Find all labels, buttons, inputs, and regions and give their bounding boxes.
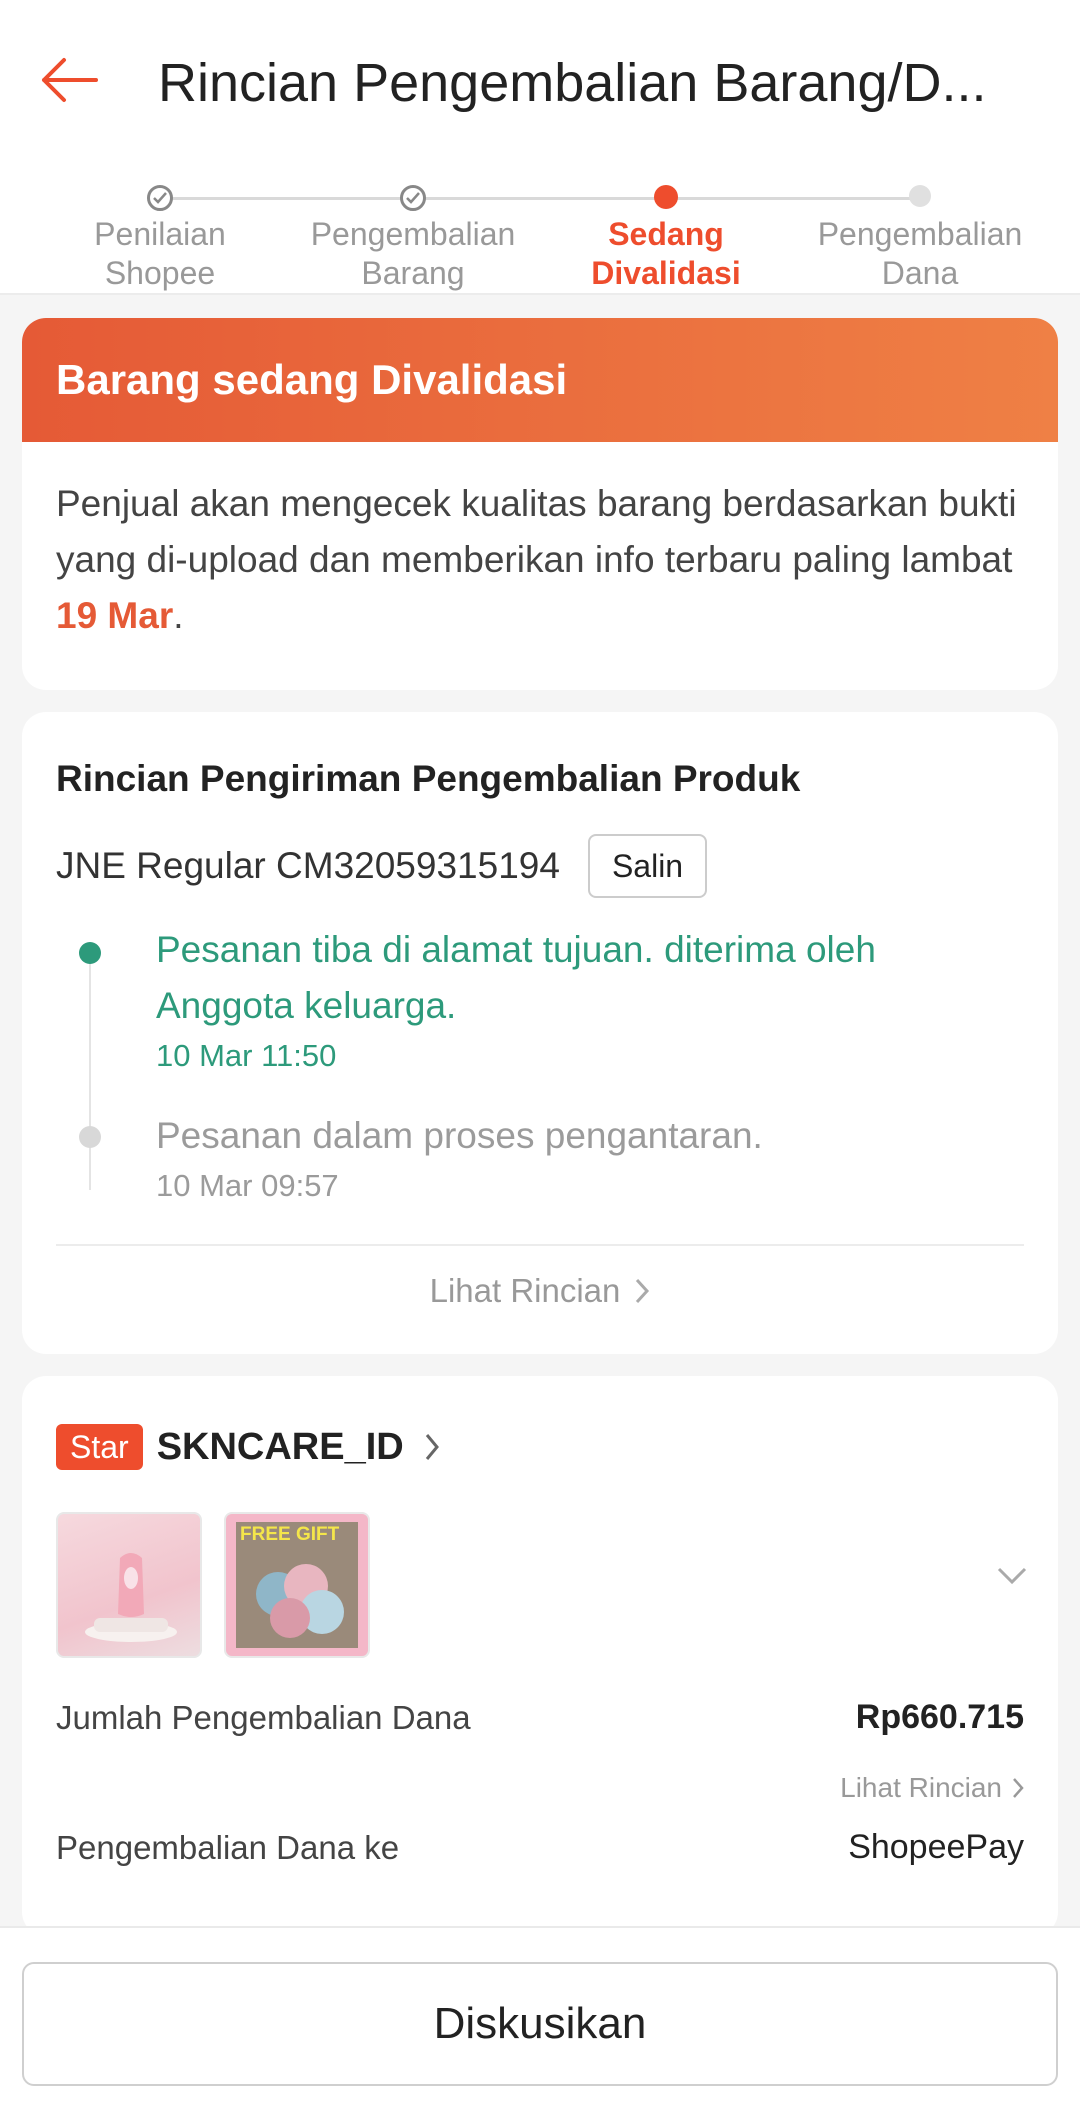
page-title: Rincian Pengembalian Barang/D...	[158, 53, 987, 113]
chevron-right-icon	[424, 1432, 440, 1462]
back-button[interactable]	[36, 52, 102, 108]
product-image[interactable]	[56, 1512, 202, 1658]
ipl-device-image	[85, 1553, 177, 1642]
shop-link[interactable]: Star SKNCARE_ID	[56, 1424, 440, 1470]
arrow-left-icon	[42, 58, 98, 102]
status-body-suffix: .	[173, 595, 184, 636]
expand-button[interactable]	[996, 1566, 1028, 1591]
shop-name: SKNCARE_ID	[156, 1425, 404, 1468]
step-label-line1: Penilaian	[94, 216, 226, 252]
timeline-dot-past	[79, 1126, 101, 1148]
step-label-line1: Pengembalian	[310, 216, 516, 252]
refund-amount-value: Rp660.715	[855, 1698, 1024, 1736]
product-refund-card: Star SKNCARE_ID FREE GIFT Jumlah Pengemb…	[22, 1376, 1058, 1936]
chevron-right-icon	[1013, 1778, 1024, 1798]
star-seller-badge: Star	[56, 1424, 143, 1470]
chevron-down-icon	[997, 1567, 1027, 1585]
refund-amount-label: Jumlah Pengembalian Dana	[56, 1698, 471, 1736]
see-tracking-detail-link[interactable]: Lihat Rincian	[22, 1272, 1058, 1310]
timeline-dot-current	[79, 942, 101, 964]
step-label-line1: Sedang	[608, 216, 724, 252]
step-label-line2: Divalidasi	[591, 255, 741, 291]
timeline-item: Pesanan dalam proses pengantaran. 10 Mar…	[156, 1108, 1016, 1206]
status-banner: Barang sedang Divalidasi	[22, 318, 1058, 442]
chevron-right-icon	[636, 1278, 650, 1304]
product-thumbnails: FREE GIFT	[56, 1512, 370, 1658]
refund-amount-row: Jumlah Pengembalian Dana Rp660.715	[56, 1698, 1024, 1737]
timeline-event-text: Pesanan dalam proses pengantaran.	[156, 1115, 763, 1156]
pending-step-dot	[909, 185, 931, 207]
check-circle-icon	[400, 185, 426, 211]
tracking-number: JNE Regular CM32059315194	[56, 845, 560, 886]
timeline-event-text: Pesanan tiba di alamat tujuan. diterima …	[156, 929, 876, 1026]
step-label-line2: Dana	[881, 255, 959, 291]
timeline-event-time: 10 Mar 09:57	[156, 1168, 339, 1203]
refund-destination-label: Pengembalian Dana ke	[56, 1828, 400, 1866]
refund-detail-label: Lihat Rincian	[840, 1772, 1002, 1803]
see-detail-label: Lihat Rincian	[429, 1272, 621, 1309]
bottom-action-bar: Diskusikan	[0, 1926, 1080, 2116]
copy-button[interactable]: Salin	[587, 834, 708, 898]
shipping-card-title: Rincian Pengiriman Pengembalian Produk	[56, 758, 801, 799]
refund-detail-link[interactable]: Lihat Rincian	[840, 1772, 1024, 1804]
step-label-line2: Shopee	[104, 255, 216, 291]
status-card: Barang sedang Divalidasi Penjual akan me…	[22, 318, 1058, 690]
check-circle-icon	[147, 185, 173, 211]
free-gift-label: FREE GIFT	[240, 1524, 340, 1545]
progress-stepper: Penilaian Shopee Pengembalian Barang Sed…	[0, 165, 1080, 295]
step-label-line1: Pengembalian	[817, 216, 1023, 252]
status-body-text: Penjual akan mengecek kualitas barang be…	[56, 483, 1017, 580]
discuss-button[interactable]: Diskusikan	[22, 1962, 1058, 2086]
step-connector	[160, 197, 410, 200]
app-header: Rincian Pengembalian Barang/D...	[0, 0, 1080, 165]
tracking-timeline: Pesanan tiba di alamat tujuan. diterima …	[56, 922, 1036, 1203]
timeline-line	[89, 950, 91, 1190]
status-description: Penjual akan mengecek kualitas barang be…	[22, 442, 1058, 644]
active-step-dot	[654, 185, 678, 209]
timeline-item: Pesanan tiba di alamat tujuan. diterima …	[156, 922, 1016, 1076]
step-connector	[412, 197, 662, 200]
return-shipping-card: Rincian Pengiriman Pengembalian Produk J…	[22, 712, 1058, 1354]
status-title: Barang sedang Divalidasi	[56, 356, 568, 403]
timeline-event-time: 10 Mar 11:50	[156, 1038, 337, 1073]
deadline-date: 19 Mar	[56, 595, 174, 636]
product-image[interactable]: FREE GIFT	[224, 1512, 370, 1658]
step-label-line2: Barang	[361, 255, 465, 291]
refund-destination-row: Pengembalian Dana ke ShopeePay	[56, 1828, 1024, 1867]
tracking-row: JNE Regular CM32059315194 Salin	[56, 834, 708, 898]
divider	[56, 1244, 1024, 1246]
refund-destination-value: ShopeePay	[848, 1828, 1024, 1866]
step-connector	[666, 197, 918, 200]
